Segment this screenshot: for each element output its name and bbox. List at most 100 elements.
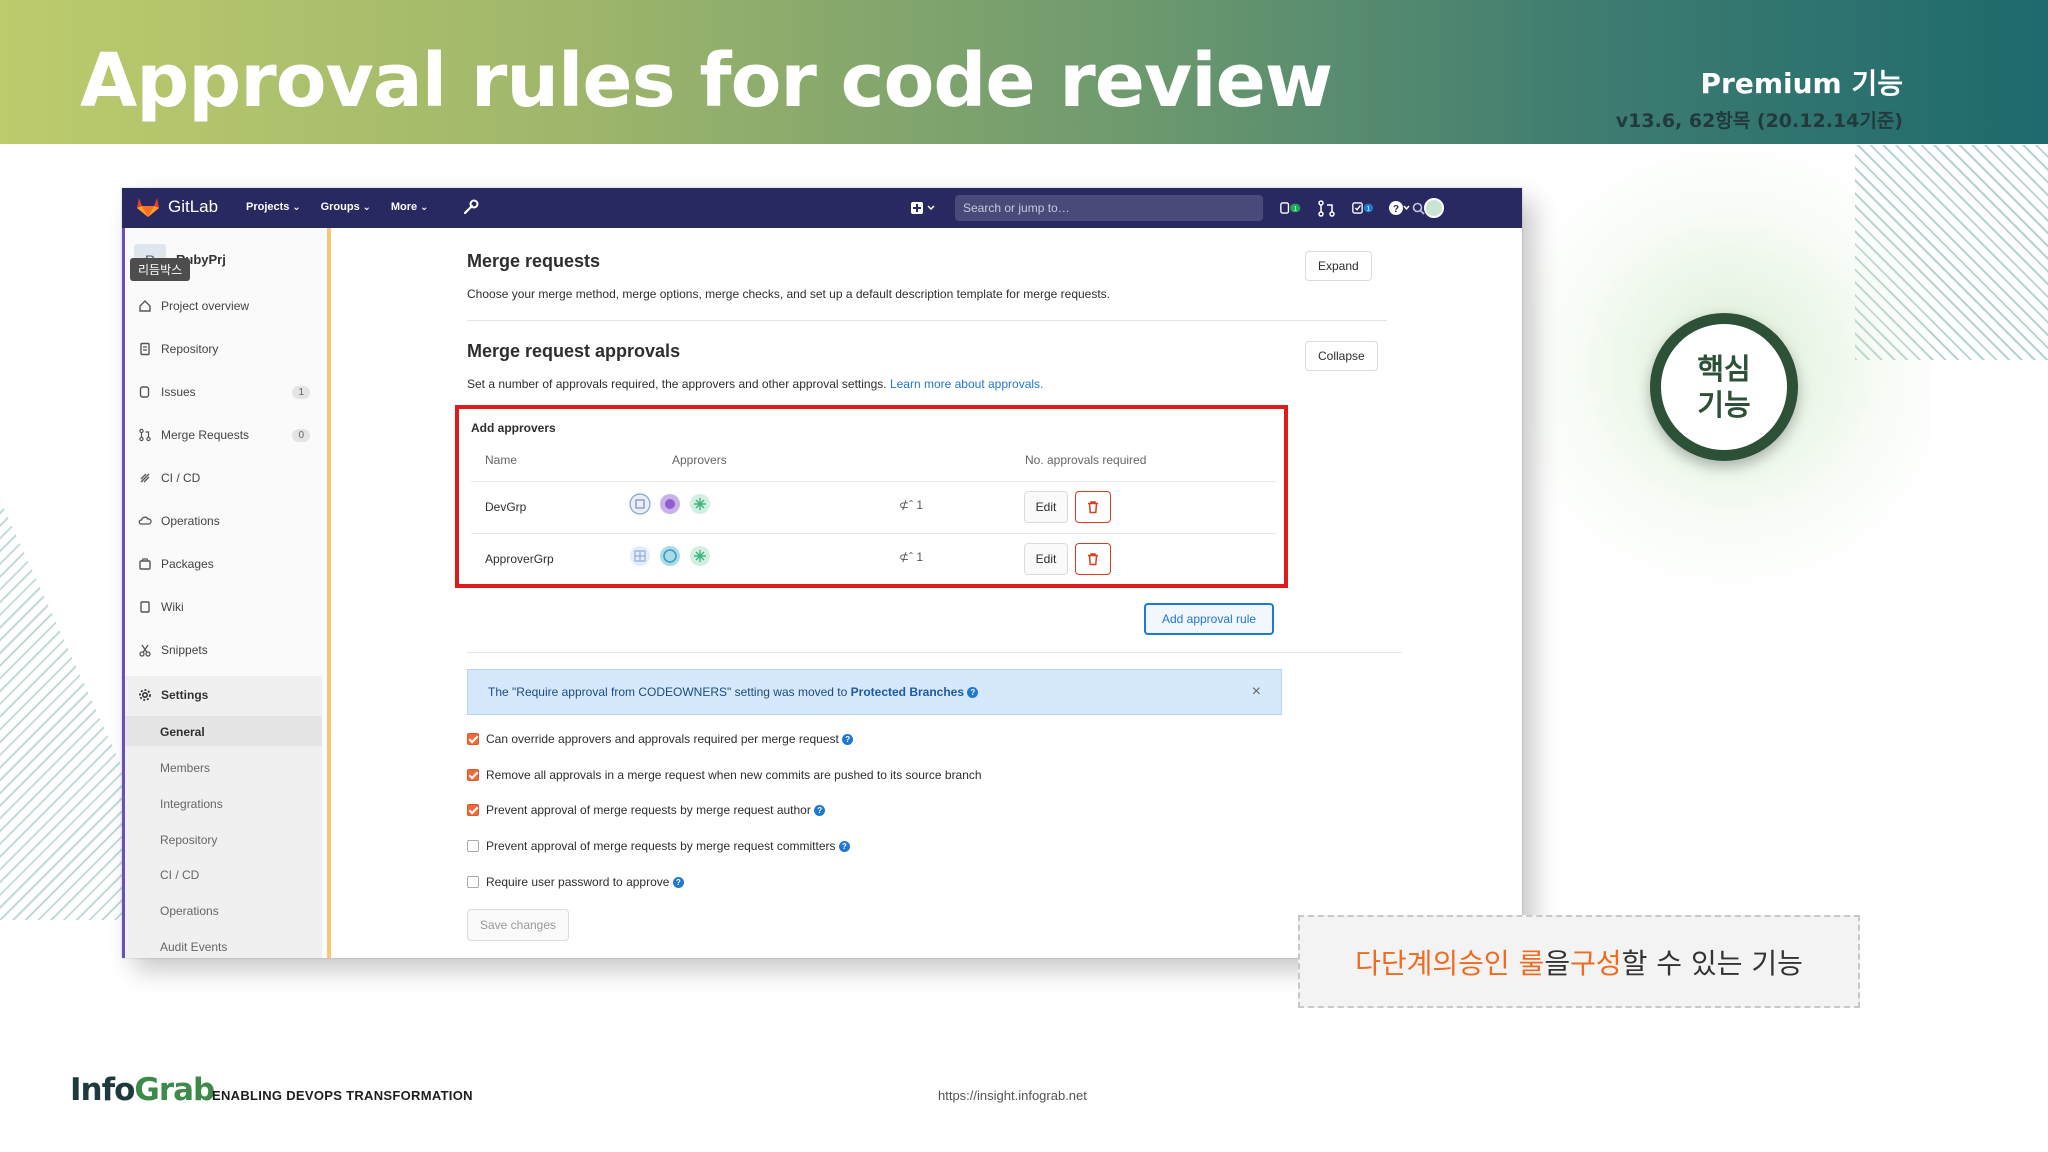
edit-rule-button[interactable]: Edit <box>1024 543 1068 575</box>
approvals-title: Merge request approvals <box>467 341 681 361</box>
gitlab-logo[interactable]: GitLab <box>136 196 218 218</box>
doc-icon <box>140 342 150 356</box>
approver-avatar[interactable] <box>629 545 651 567</box>
delete-rule-button[interactable] <box>1075 491 1111 523</box>
todos-nav-icon[interactable]: 1 <box>1352 199 1374 217</box>
tanuki-icon <box>137 198 159 217</box>
callout-part: 할 수 있는 기능 <box>1621 946 1803 980</box>
trash-icon <box>1088 501 1098 514</box>
sidebar-item-operations[interactable]: Operations <box>138 510 310 532</box>
settings-sub-operations[interactable]: Operations <box>160 904 219 918</box>
merge-requests-nav-icon[interactable] <box>1316 199 1338 217</box>
help-icon[interactable]: ? <box>814 804 826 816</box>
option-override-approvers[interactable]: Can override approvers and approvals req… <box>467 732 854 746</box>
edit-rule-button[interactable]: Edit <box>1024 491 1068 523</box>
checkbox-unchecked[interactable] <box>467 876 479 888</box>
callout-highlight: 승인 룰 <box>1458 946 1545 980</box>
nav-more[interactable]: More <box>391 201 428 213</box>
expand-button[interactable]: Expand <box>1305 251 1372 281</box>
settings-sub-members[interactable]: Members <box>160 761 210 775</box>
required-count: 1 <box>916 498 924 512</box>
help-icon[interactable]: ? <box>967 687 979 699</box>
required-count: 1 <box>916 550 924 564</box>
approver-avatar[interactable] <box>659 545 681 567</box>
issues-count: 1 <box>292 385 310 399</box>
settings-sub-audit-events[interactable]: Audit Events <box>160 940 227 954</box>
badge-text: 핵심 기능 <box>1697 352 1751 422</box>
help-icon[interactable]: ? <box>1388 199 1410 217</box>
help-icon[interactable]: ? <box>838 840 850 852</box>
active-subitem-bg <box>125 716 322 746</box>
learn-more-link[interactable]: Learn more about approvals. <box>890 377 1043 391</box>
checkbox-checked[interactable] <box>467 804 479 816</box>
sidebar-item-merge-requests[interactable]: Merge Requests 0 <box>138 424 310 446</box>
tier-info: Premium 기능 v13.6, 62항목 (20.12.14기준) <box>1616 62 1903 133</box>
approver-avatar[interactable] <box>629 493 651 515</box>
rocket-icon <box>140 473 150 483</box>
approval-user-icon: ⊄ˆ <box>899 550 917 564</box>
settings-sub-integrations[interactable]: Integrations <box>160 797 223 811</box>
admin-wrench-icon[interactable] <box>462 198 480 216</box>
approver-avatar[interactable] <box>689 545 711 567</box>
option-label: Require user password to approve <box>486 875 670 889</box>
trash-icon <box>1088 553 1098 566</box>
settings-sub-cicd[interactable]: CI / CD <box>160 868 199 882</box>
save-changes-button[interactable]: Save changes <box>467 909 569 941</box>
sidebar-item-issues[interactable]: Issues 1 <box>138 381 310 403</box>
issues-nav-icon[interactable]: 1 <box>1280 199 1302 217</box>
sidebar-item-label: Project overview <box>161 299 250 313</box>
sidebar-item-settings[interactable]: Settings <box>138 684 310 706</box>
nav-icons: 1 1 ? <box>1280 198 1444 218</box>
sidebar-item-label: Snippets <box>161 643 208 657</box>
approvals-desc-text: Set a number of approvals required, the … <box>467 377 887 391</box>
sidebar-item-label: Settings <box>161 688 209 702</box>
sidebar-item-repository[interactable]: Repository <box>138 338 310 360</box>
settings-sub-general[interactable]: General <box>160 725 205 739</box>
sidebar-item-cicd[interactable]: CI / CD <box>138 467 310 489</box>
sidebar-item-packages[interactable]: Packages <box>138 553 310 575</box>
new-item-icon[interactable] <box>909 199 939 217</box>
package-icon <box>139 558 151 570</box>
approver-avatars <box>629 493 711 515</box>
table-row: ApproverGrp ⊄ˆ 1 Edit <box>471 533 1276 585</box>
settings-sub-repository[interactable]: Repository <box>160 833 217 847</box>
help-icon[interactable]: ? <box>842 733 854 745</box>
search-input[interactable]: Search or jump to… <box>955 195 1263 221</box>
option-prevent-committers[interactable]: Prevent approval of merge requests by me… <box>467 839 850 853</box>
user-avatar[interactable] <box>1424 198 1444 218</box>
close-icon[interactable]: × <box>1252 683 1261 701</box>
footer-url[interactable]: https://insight.infograb.net <box>938 1088 1087 1103</box>
checkbox-checked[interactable] <box>467 769 479 781</box>
sidebar-item-snippets[interactable]: Snippets <box>138 639 310 661</box>
protected-branches-link[interactable]: Protected Branches <box>851 685 964 699</box>
help-icon[interactable]: ? <box>672 876 684 888</box>
merge-requests-count: 0 <box>292 428 310 442</box>
sidebar-item-project-overview[interactable]: Project overview <box>138 295 310 317</box>
checkbox-unchecked[interactable] <box>467 840 479 852</box>
approvers-highlight: Add approvers Name Approvers No. approva… <box>455 405 1288 588</box>
nav-projects[interactable]: Projects <box>246 201 301 213</box>
add-approvers-title: Add approvers <box>471 421 556 435</box>
footer-tagline: ENABLING DEVOPS TRANSFORMATION <box>212 1088 473 1103</box>
cloud-icon <box>138 516 152 525</box>
approver-avatar[interactable] <box>689 493 711 515</box>
merge-requests-title: Merge requests <box>467 251 601 271</box>
option-remove-approvals[interactable]: Remove all approvals in a merge request … <box>467 768 982 782</box>
nav-groups[interactable]: Groups <box>321 201 371 213</box>
add-approval-rule-button[interactable]: Add approval rule <box>1144 603 1274 635</box>
collapse-button[interactable]: Collapse <box>1305 341 1378 371</box>
sidebar-item-label: Wiki <box>161 600 184 614</box>
option-label: Prevent approval of merge requests by me… <box>486 839 836 853</box>
option-require-password[interactable]: Require user password to approve ? <box>467 875 684 889</box>
option-prevent-author[interactable]: Prevent approval of merge requests by me… <box>467 803 826 817</box>
infograb-logo: InfoGrab <box>70 1072 215 1108</box>
svg-text:?: ? <box>1393 204 1399 215</box>
feature-callout: 다단계의 승인 룰을 구성 할 수 있는 기능 <box>1298 915 1860 1008</box>
checkbox-checked[interactable] <box>467 733 479 745</box>
sidebar-item-wiki[interactable]: Wiki <box>138 596 310 618</box>
option-label: Remove all approvals in a merge request … <box>486 768 982 782</box>
delete-rule-button[interactable] <box>1075 543 1111 575</box>
approval-user-icon: ⊄ˆ <box>899 498 917 512</box>
gitlab-screenshot: GitLab Projects Groups More Search or ju… <box>122 188 1522 958</box>
approver-avatar[interactable] <box>659 493 681 515</box>
